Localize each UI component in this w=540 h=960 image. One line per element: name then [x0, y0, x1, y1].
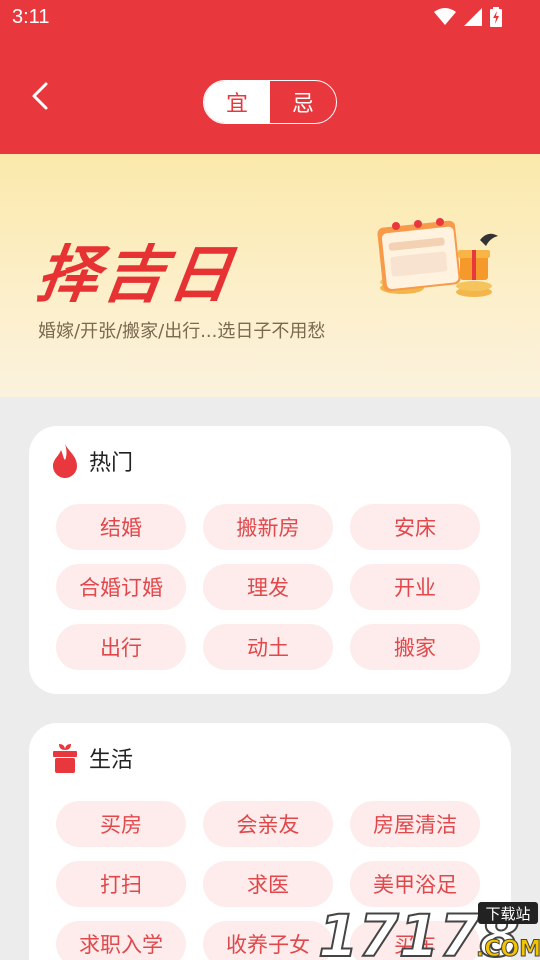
chip-moving[interactable]: 搬家 [350, 624, 480, 670]
site-watermark-logo: 17178 下载站 .COM [318, 901, 540, 960]
chip-adoption[interactable]: 收养子女 [203, 921, 333, 960]
banner-subtitle: 婚嫁/开张/搬家/出行...选日子不用愁 [38, 321, 326, 342]
wifi-icon [434, 8, 456, 25]
chip-marriage[interactable]: 结婚 [56, 504, 186, 550]
flame-icon [53, 444, 77, 478]
chip-groundbreaking[interactable]: 动土 [203, 624, 333, 670]
life-section-header: 生活 [51, 741, 133, 775]
hot-section-header: 热门 [51, 444, 133, 478]
back-button[interactable] [22, 76, 62, 116]
chip-travel[interactable]: 出行 [56, 624, 186, 670]
top-header: 宜 忌 [0, 36, 540, 154]
hot-section-card: 热门 结婚 搬新房 安床 合婚订婚 理发 开业 出行 动土 搬家 [29, 426, 511, 694]
chip-haircut[interactable]: 理发 [203, 564, 333, 610]
chip-job-school[interactable]: 求职入学 [56, 921, 186, 960]
chip-meet-friends[interactable]: 会亲友 [203, 801, 333, 847]
status-bar: 3:11 [0, 0, 540, 36]
chip-engagement[interactable]: 合婚订婚 [56, 564, 186, 610]
status-time: 3:11 [12, 6, 50, 28]
banner-title: 择吉日 [32, 238, 241, 311]
svg-text:下载站: 下载站 [485, 905, 530, 923]
chip-sweeping[interactable]: 打扫 [56, 861, 186, 907]
chevron-left-icon [32, 82, 48, 110]
chip-move-new-house[interactable]: 搬新房 [203, 504, 333, 550]
tab-ji[interactable]: 忌 [270, 81, 336, 123]
gift-icon [53, 744, 77, 773]
banner: 择吉日 婚嫁/开张/搬家/出行...选日子不用愁 [0, 154, 540, 397]
life-section-title: 生活 [89, 748, 134, 773]
battery-icon [490, 7, 502, 27]
chip-house-cleaning[interactable]: 房屋清洁 [350, 801, 480, 847]
yi-ji-toggle: 宜 忌 [203, 80, 337, 124]
svg-text:.COM: .COM [476, 937, 540, 960]
status-icons [434, 7, 502, 27]
chip-seek-medical[interactable]: 求医 [203, 861, 333, 907]
chip-buy-house[interactable]: 买房 [56, 801, 186, 847]
chip-set-bed[interactable]: 安床 [350, 504, 480, 550]
chip-open-business[interactable]: 开业 [350, 564, 480, 610]
calendar-illustration-icon [377, 218, 498, 297]
tab-yi[interactable]: 宜 [204, 81, 270, 123]
hot-section-title: 热门 [89, 451, 134, 476]
signal-icon [464, 8, 482, 26]
